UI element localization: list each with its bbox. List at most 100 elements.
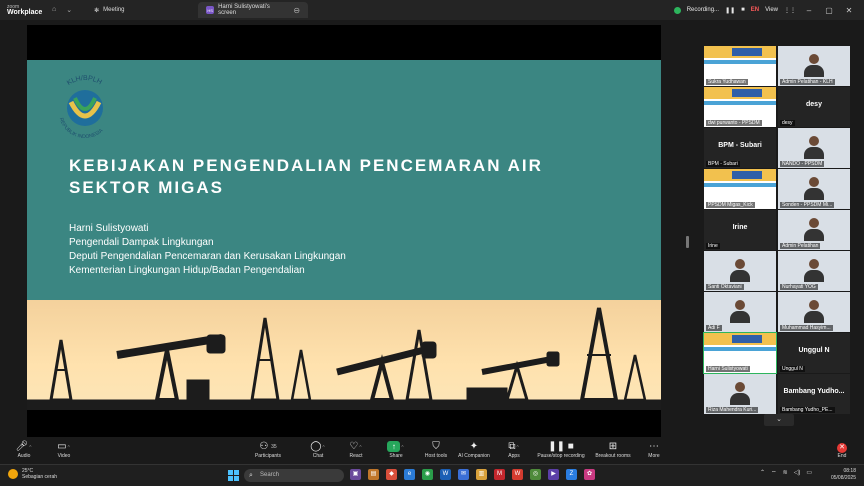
more-button[interactable]: ⋯ More bbox=[632, 441, 676, 459]
participants-button[interactable]: ⚇ 35 Participants bbox=[246, 441, 290, 459]
slide-author-block: Harni Sulistyowati Pengendali Dampak Lin… bbox=[69, 222, 346, 278]
participant-name: Santi Oktaviani bbox=[706, 284, 744, 290]
participant-tile[interactable]: Adi F bbox=[704, 292, 776, 332]
pause-icon[interactable]: ❚❚ bbox=[725, 7, 735, 14]
slide-title: KEBIJAKAN PENGENDALIAN PENCEMARAN AIR SE… bbox=[69, 155, 629, 199]
pause-recording-button[interactable]: ❚❚ ■ Pause/stop recording bbox=[532, 441, 590, 459]
end-call-icon: ✕ bbox=[837, 443, 847, 453]
author-name: Harni Sulistyowati bbox=[69, 223, 149, 234]
taskbar-search[interactable]: ⌕ Search bbox=[244, 469, 344, 482]
app-icon-3[interactable]: ✿ bbox=[584, 469, 595, 480]
weather-widget[interactable]: 25°C Sebagian cerah bbox=[8, 468, 57, 480]
participant-display-name: Irine bbox=[732, 224, 748, 231]
participant-tile[interactable]: Unggul N Unggul N bbox=[778, 333, 850, 373]
chevron-up-icon[interactable]: ⌃ bbox=[760, 469, 765, 477]
weather-desc: Sebagian cerah bbox=[22, 474, 58, 480]
battery-icon[interactable]: ▭ bbox=[806, 469, 812, 477]
maximize-icon[interactable]: ▢ bbox=[822, 6, 836, 15]
taskbar-apps: ▣ ▤ ◆ e ◉ W ✉ ▥ M W ◎ ▶ Z ✿ bbox=[350, 469, 595, 480]
participant-name: dwi purwanto - PPSDM bbox=[706, 120, 762, 126]
participant-tile[interactable]: Santi Oktaviani bbox=[704, 251, 776, 291]
participant-tile[interactable]: Admin Pelatihan bbox=[778, 210, 850, 250]
apps-button[interactable]: ⧉⌃ Apps bbox=[492, 441, 536, 459]
language-button[interactable]: EN bbox=[751, 7, 759, 13]
minimize-icon[interactable]: – bbox=[802, 6, 816, 15]
share-screen-icon: ↑ bbox=[387, 441, 401, 452]
participant-name: Harni Sulistyowati bbox=[706, 366, 750, 372]
slide-title-line1: KEBIJAKAN PENGENDALIAN PENCEMARAN AIR bbox=[69, 156, 543, 175]
participant-tile[interactable]: PPSDM Migas_Kick bbox=[704, 169, 776, 209]
windows-start-icon[interactable] bbox=[228, 470, 239, 481]
participant-name: Riza Mahendra Kuri... bbox=[706, 407, 759, 413]
zoom-icon[interactable]: Z bbox=[566, 469, 577, 480]
participant-tile[interactable]: Muhammad Hasyim... bbox=[778, 292, 850, 332]
participant-display-name: BPM - Subari bbox=[718, 142, 762, 149]
pause-stop-icon: ❚❚ ■ bbox=[548, 441, 574, 452]
wifi-icon[interactable]: ≋ bbox=[783, 469, 788, 477]
word-icon[interactable]: W bbox=[440, 469, 451, 480]
video-button[interactable]: ▭⌃ Video bbox=[42, 441, 86, 459]
participant-tile[interactable]: Sonden - PPSDM Mi... bbox=[778, 169, 850, 209]
gallery-scroll-down-icon[interactable]: ⌄ bbox=[764, 414, 794, 426]
participant-name: Bambang Yudho_PE... bbox=[780, 407, 835, 413]
participant-tile[interactable]: desy desy bbox=[778, 87, 850, 127]
participant-tile[interactable]: Admin Pelatihan - KLH bbox=[778, 46, 850, 86]
participant-display-name: Bambang Yudho... bbox=[783, 388, 845, 395]
wps-icon[interactable]: W bbox=[512, 469, 523, 480]
participant-name: NANDO - PPSDM bbox=[780, 161, 825, 167]
meeting-toolbar: 🎤︎⌃ Audio ▭⌃ Video ⚇ 35 Participants ◯⌃ … bbox=[0, 438, 864, 464]
audio-button[interactable]: 🎤︎⌃ Audio bbox=[2, 441, 46, 459]
view-button[interactable]: View bbox=[765, 7, 778, 13]
oil-pump-silhouettes bbox=[26, 307, 662, 411]
app-icon-2[interactable]: ✉ bbox=[458, 469, 469, 480]
taskbar-clock[interactable]: 08:18 05/08/2025 bbox=[826, 468, 856, 482]
react-button[interactable]: ♡⌃ React bbox=[334, 441, 378, 459]
title-bar: zoom Workplace ⌂ ⌄ ✻ Meeting HS Harni Su… bbox=[0, 0, 864, 20]
home-icon[interactable]: ⌂ bbox=[52, 6, 56, 14]
ai-companion-button[interactable]: ✦ AI Companion bbox=[452, 441, 496, 459]
participant-silhouette bbox=[730, 259, 750, 282]
media-player-icon[interactable]: ▶ bbox=[548, 469, 559, 480]
mcafee-icon[interactable]: M bbox=[494, 469, 505, 480]
participant-tile[interactable]: NANDO - PPSDM bbox=[778, 128, 850, 168]
sparkle-icon: ✦ bbox=[469, 441, 479, 452]
panel-resize-handle[interactable] bbox=[686, 236, 689, 248]
recording-status: Recording... bbox=[686, 7, 720, 13]
participant-tile[interactable]: BPM - Subari BPM - Subari bbox=[704, 128, 776, 168]
file-explorer-icon[interactable]: ▤ bbox=[368, 469, 379, 480]
participant-tile[interactable]: dwi purwanto - PPSDM bbox=[704, 87, 776, 127]
tab-shared-screen[interactable]: HS Harni Sulistyowati's screen ⊖ bbox=[198, 2, 309, 18]
app-icon[interactable]: ◆ bbox=[386, 469, 397, 480]
taskview-icon[interactable]: ▣ bbox=[350, 469, 361, 480]
tab-meeting-label: Meeting bbox=[103, 7, 125, 13]
participant-silhouette bbox=[730, 300, 750, 323]
chrome-icon[interactable]: ◉ bbox=[422, 469, 433, 480]
grid-icon[interactable]: ⋮⋮ bbox=[784, 7, 796, 14]
participant-tile[interactable]: Bambang Yudho... Bambang Yudho_PE... bbox=[778, 374, 850, 414]
network-icon[interactable]: ⌔ bbox=[771, 469, 777, 477]
volume-icon[interactable]: ◁) bbox=[794, 469, 801, 477]
participant-tile[interactable]: Sukra Yudhawan bbox=[704, 46, 776, 86]
slide-title-line2: SEKTOR MIGAS bbox=[69, 178, 224, 197]
oil-field-illustration bbox=[26, 300, 662, 411]
tab-meeting[interactable]: ✻ Meeting bbox=[86, 2, 196, 18]
edge-icon[interactable]: e bbox=[404, 469, 415, 480]
tab-close-icon[interactable]: ⊖ bbox=[293, 6, 300, 15]
chrome-alt-icon[interactable]: ◎ bbox=[530, 469, 541, 480]
end-button[interactable]: ✕ End bbox=[820, 441, 864, 459]
close-icon[interactable]: ✕ bbox=[842, 6, 856, 15]
participant-tile[interactable]: Irine Irine bbox=[704, 210, 776, 250]
zoom-window: zoom Workplace ⌂ ⌄ ✻ Meeting HS Harni Su… bbox=[0, 0, 864, 486]
participant-tile[interactable]: Harni Sulistyowati bbox=[703, 332, 777, 374]
participant-name: Irine bbox=[706, 243, 720, 249]
stop-icon[interactable]: ■ bbox=[741, 7, 745, 13]
windows-taskbar: 25°C Sebagian cerah ⌕ Search ▣ ▤ ◆ e ◉ W… bbox=[0, 464, 864, 486]
share-button[interactable]: ↑ ⌃ Share bbox=[374, 441, 418, 459]
participant-tile[interactable]: Riza Mahendra Kuri... bbox=[704, 374, 776, 414]
participant-silhouette bbox=[730, 382, 750, 405]
chevron-down-icon[interactable]: ⌄ bbox=[66, 6, 72, 14]
folder-icon[interactable]: ▥ bbox=[476, 469, 487, 480]
breakout-rooms-button[interactable]: ⊞ Breakout rooms bbox=[588, 441, 638, 459]
participant-tile[interactable]: Nurhayati YOG bbox=[778, 251, 850, 291]
presenter-avatar: HS bbox=[206, 6, 215, 14]
